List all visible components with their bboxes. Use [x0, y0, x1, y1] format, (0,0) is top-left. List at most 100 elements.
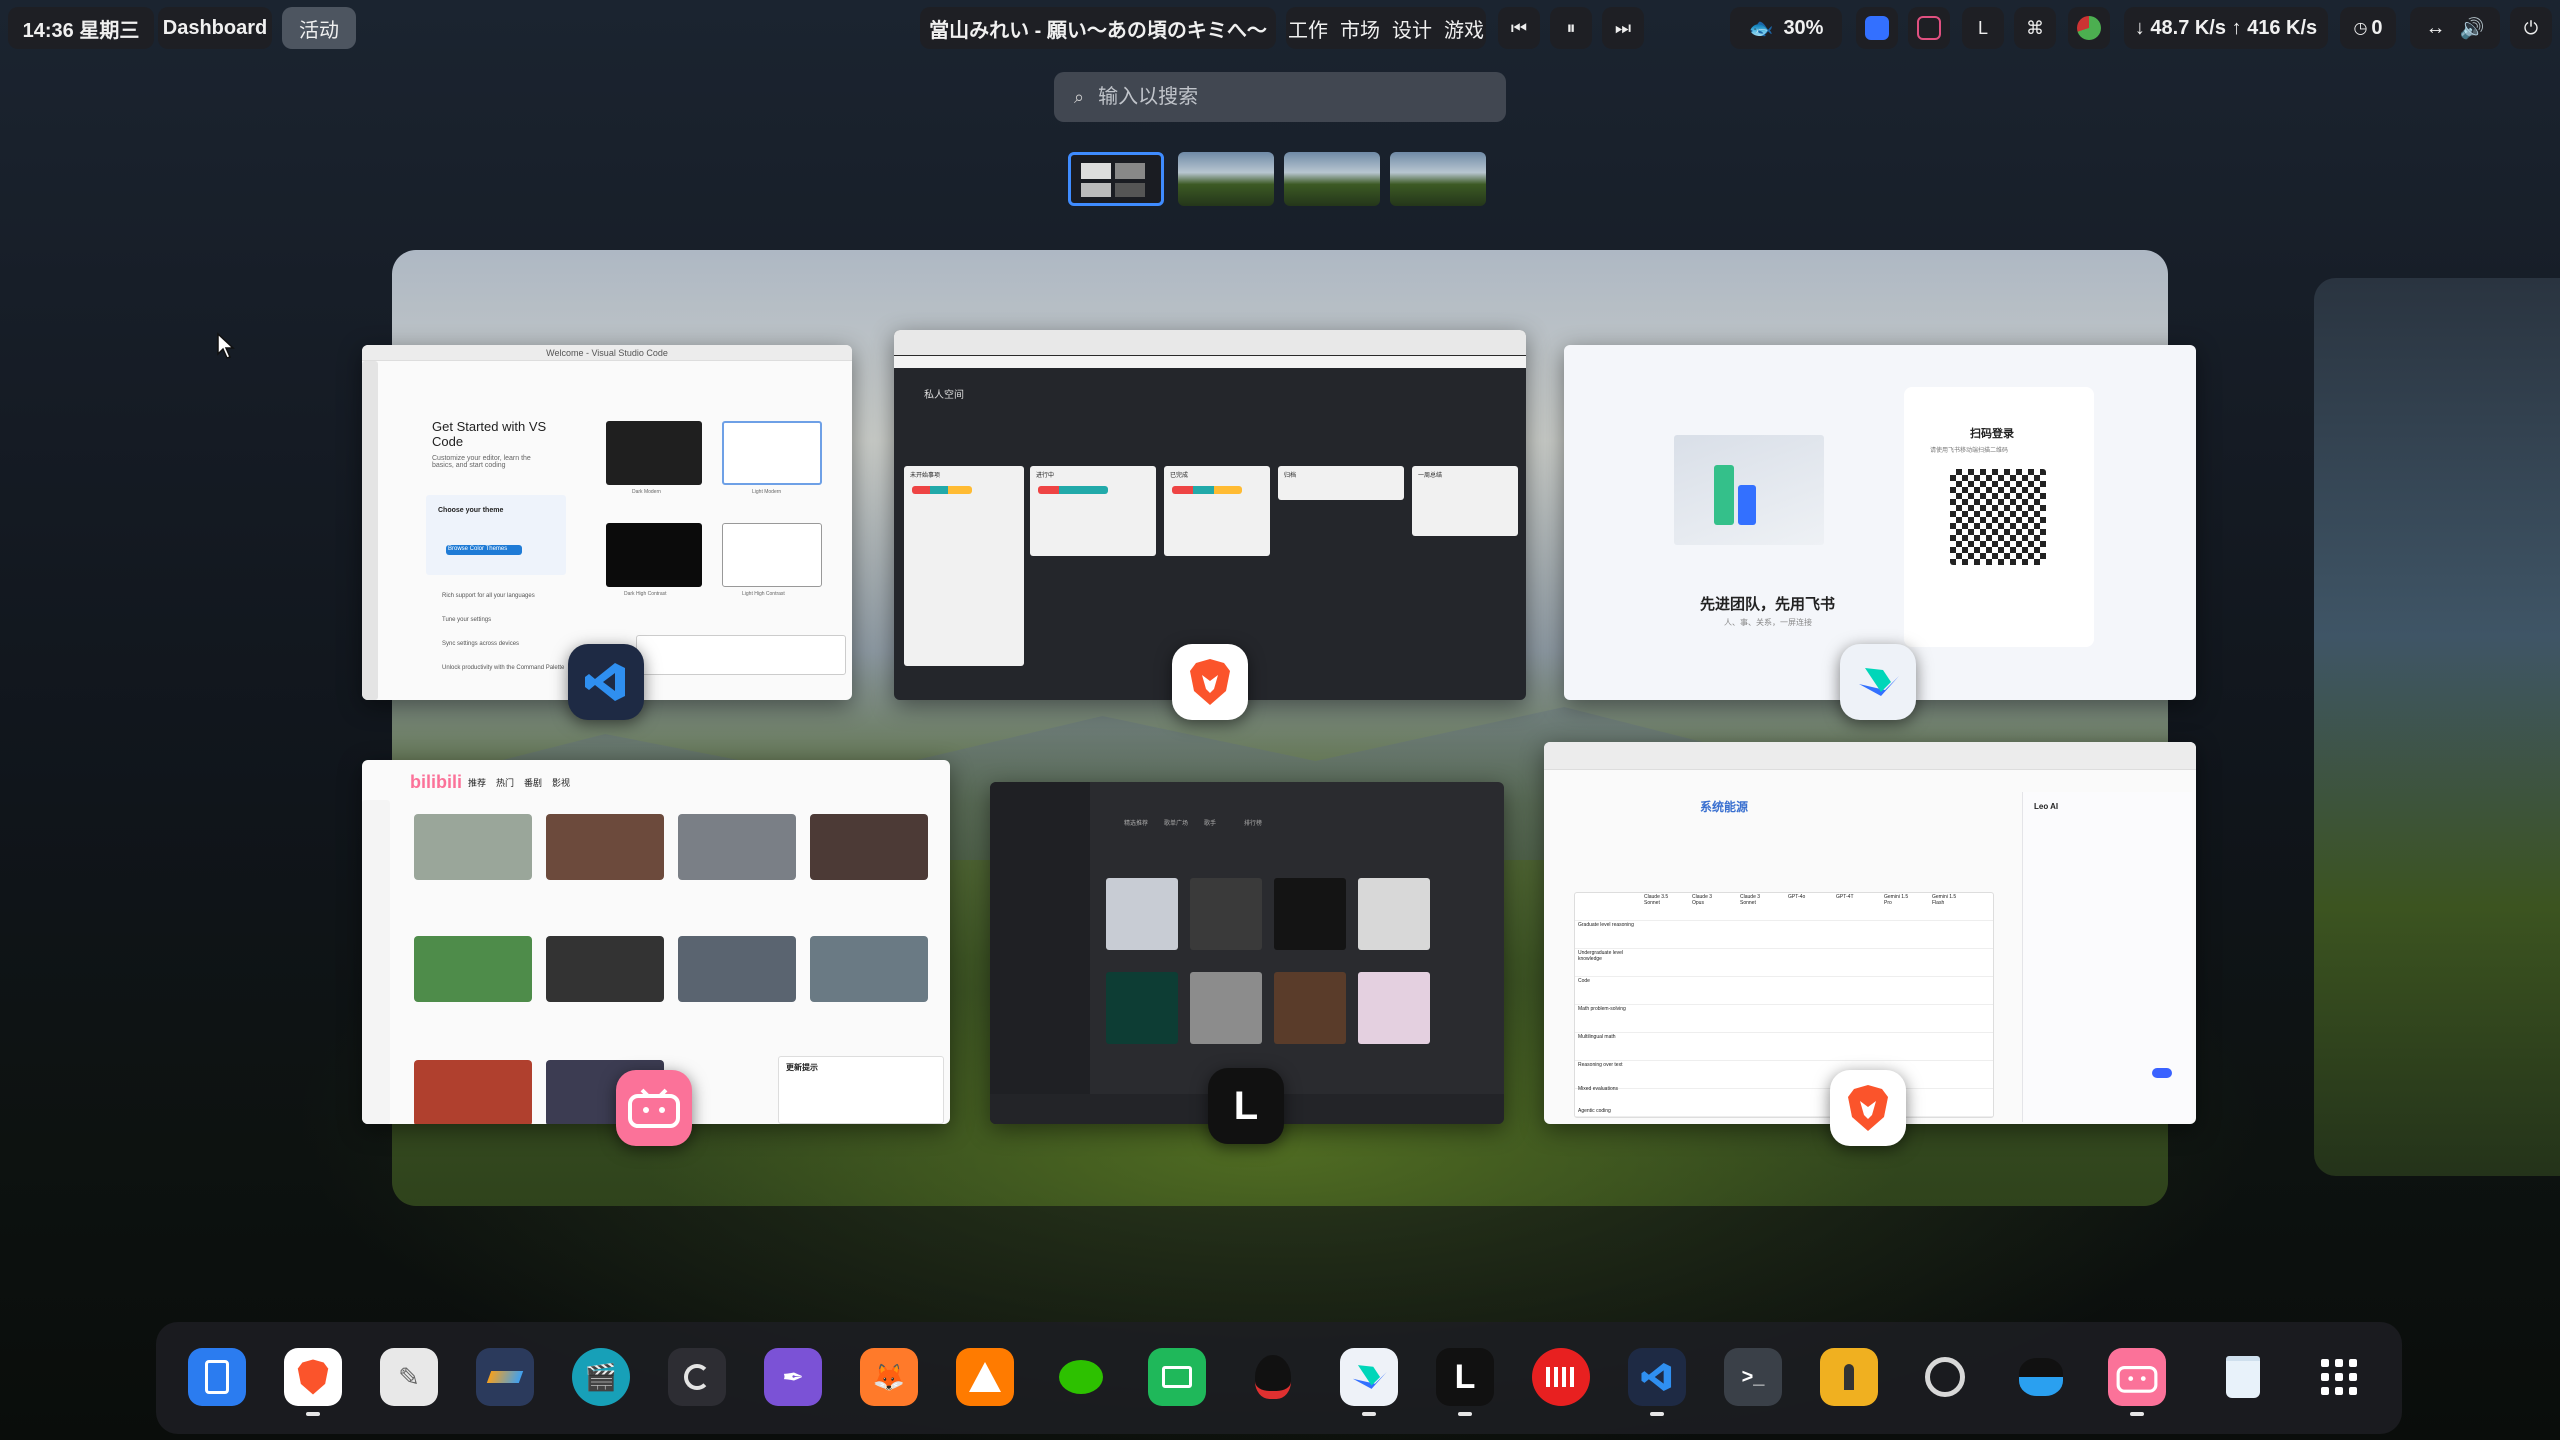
activities-button[interactable]: 活动 — [282, 7, 356, 49]
feishu-dock-icon[interactable] — [1340, 1348, 1398, 1406]
search-input[interactable] — [1098, 85, 1479, 109]
row-agentic: Agentic coding — [1578, 1108, 1611, 1114]
qr-login-title: 扫码登录 — [1970, 428, 2014, 440]
download-speed: ↓ 48.7 K/s — [2134, 16, 2226, 39]
workspace-thumbnail-2[interactable] — [1178, 152, 1274, 206]
layers-icon[interactable] — [476, 1348, 534, 1406]
theme-label-dark-hc: Dark High Contrast — [624, 591, 667, 597]
theme-label-light-hc: Light High Contrast — [742, 591, 785, 597]
search-bar[interactable]: ⌕ — [1054, 72, 1506, 122]
kanban-column-todo: 未开始事项 — [910, 473, 941, 479]
gimp-icon[interactable]: 🦊 — [860, 1348, 918, 1406]
workspace-game[interactable]: 游戏 — [1438, 14, 1490, 43]
running-indicator — [1650, 1412, 1664, 1416]
qq-penguin-icon[interactable] — [2012, 1348, 2070, 1406]
feishu-tray-icon[interactable] — [1856, 7, 1898, 49]
notification-counter[interactable]: ◷ 0 — [2340, 7, 2396, 49]
feishu-icon — [1840, 644, 1916, 720]
l-app-dock-icon[interactable]: L — [1436, 1348, 1494, 1406]
notification-count: 0 — [2371, 16, 2383, 39]
row-text: Reasoning over text — [1578, 1062, 1623, 1068]
network-speed[interactable]: ↓ 48.7 K/s ↑ 416 K/s — [2124, 7, 2328, 49]
system-monitor-icon[interactable] — [2068, 7, 2110, 49]
browse-themes-button[interactable]: Browse Color Themes — [448, 546, 507, 552]
col-sonnet: Claude 3 Sonnet — [1740, 894, 1761, 906]
battery-indicator[interactable]: 🐟 30% — [1730, 7, 1842, 49]
row-code: Code — [1578, 978, 1590, 984]
joystick-icon[interactable] — [1820, 1348, 1878, 1406]
next-track-icon[interactable]: ⏭ — [1602, 7, 1644, 49]
l-app-icon: L — [1208, 1068, 1284, 1144]
bili-tab-movie[interactable]: 影视 — [552, 776, 570, 789]
notification-icon: ◷ — [2353, 20, 2368, 37]
system-tray[interactable]: ↔ 🔊 — [2410, 7, 2500, 49]
vscode-item-3[interactable]: Sync settings across devices — [442, 641, 519, 647]
terminal-icon[interactable]: >_ — [1724, 1348, 1782, 1406]
bili-tab-anime[interactable]: 番剧 — [524, 776, 542, 789]
finder-icon[interactable] — [188, 1348, 246, 1406]
running-indicator — [306, 1412, 320, 1416]
file-manager-icon[interactable] — [1148, 1348, 1206, 1406]
workspace-thumbnail-1[interactable] — [1068, 152, 1164, 206]
vscode-dock-icon[interactable] — [1628, 1348, 1686, 1406]
text-editor-icon[interactable]: ✎ — [380, 1348, 438, 1406]
steam-icon[interactable] — [1916, 1348, 1974, 1406]
row-reasoning: Graduate level reasoning — [1578, 922, 1634, 928]
dashboard-button[interactable]: Dashboard — [158, 7, 272, 49]
feishu-slogan-sub: 人、事、关系，一屏连接 — [1724, 618, 1812, 627]
l-app-tray-icon[interactable]: L — [1962, 7, 2004, 49]
workspace-switcher: 工作 市场 设计 游戏 — [1286, 7, 1486, 49]
col-gemini-flash: Gemini 1.5 Flash — [1932, 894, 1957, 906]
music-nav-playlists[interactable]: 歌单广场 — [1164, 818, 1188, 827]
theme-label-light: Light Modern — [752, 489, 782, 495]
previous-track-icon[interactable]: ⏮ — [1498, 7, 1540, 49]
media-title[interactable]: 當山みれい - 願い～あの頃のキミへ～ — [920, 7, 1276, 49]
vscode-item-4[interactable]: Unlock productivity with the Command Pal… — [442, 665, 564, 671]
paint-icon[interactable]: ✒ — [764, 1348, 822, 1406]
wechat-icon[interactable] — [1052, 1348, 1110, 1406]
bilibili-icon — [616, 1070, 692, 1146]
upload-speed: ↑ 416 K/s — [2231, 16, 2318, 39]
vscode-item-1[interactable]: Rich support for all your languages — [442, 593, 535, 599]
col-gpt4o: GPT-4o — [1788, 894, 1806, 900]
workspace-thumbnail-3[interactable] — [1284, 152, 1380, 206]
brave-icon — [1172, 644, 1248, 720]
battery-percent: 30% — [1783, 16, 1824, 39]
vscode-heading: Get Started with VS Code — [432, 419, 547, 449]
blender-icon[interactable] — [668, 1348, 726, 1406]
calendar-tray-icon[interactable] — [1908, 7, 1950, 49]
music-nav-picks[interactable]: 精选推荐 — [1124, 818, 1148, 827]
power-icon[interactable]: ⏻ — [2510, 7, 2552, 49]
app-grid-icon[interactable] — [2310, 1348, 2368, 1406]
recycle-bin-icon[interactable] — [2214, 1348, 2272, 1406]
row-multilingual: Multilingual math — [1578, 1034, 1616, 1040]
netease-music-icon[interactable] — [1532, 1348, 1590, 1406]
bili-tab-recommend[interactable]: 推荐 — [468, 776, 486, 789]
command-icon[interactable]: ⌘ — [2014, 7, 2056, 49]
workspace-design[interactable]: 设计 — [1386, 14, 1438, 43]
mouse-cursor-icon — [217, 332, 235, 359]
bilibili-dock-icon[interactable] — [2108, 1348, 2166, 1406]
workspace-work[interactable]: 工作 — [1282, 14, 1334, 43]
benchmark-heading: 系统能源 — [1700, 800, 1749, 814]
col-gemini-pro: Gemini 1.5 Pro — [1884, 894, 1909, 906]
brave-benchmark-window[interactable]: 系统能源 Claude 3.5 Sonnet Claude 3 Opus Cla… — [1544, 742, 2196, 1124]
kanban-column-archive: 归档 — [1284, 473, 1297, 479]
music-nav-artists[interactable]: 歌手 — [1204, 818, 1216, 827]
bili-tab-hot[interactable]: 热门 — [496, 776, 514, 789]
vscode-theme-item[interactable]: Choose your theme — [438, 507, 503, 514]
running-indicator — [1362, 1412, 1376, 1416]
workspace-market[interactable]: 市场 — [1334, 14, 1386, 43]
bilibili-logo: bilibili — [410, 772, 462, 792]
brave-dock-icon[interactable] — [284, 1348, 342, 1406]
clock[interactable]: 14:36 星期三 — [8, 7, 154, 49]
running-indicator — [2130, 1412, 2144, 1416]
next-workspace-preview[interactable] — [2314, 278, 2560, 1176]
workspace-thumbnail-4[interactable] — [1390, 152, 1486, 206]
music-nav-charts[interactable]: 排行榜 — [1244, 818, 1262, 827]
vlc-icon[interactable] — [956, 1348, 1014, 1406]
vscode-item-2[interactable]: Tune your settings — [442, 617, 491, 623]
video-editor-icon[interactable]: 🎬 — [572, 1348, 630, 1406]
qq-icon[interactable] — [1244, 1348, 1302, 1406]
pause-icon[interactable]: ⏸ — [1550, 7, 1592, 49]
